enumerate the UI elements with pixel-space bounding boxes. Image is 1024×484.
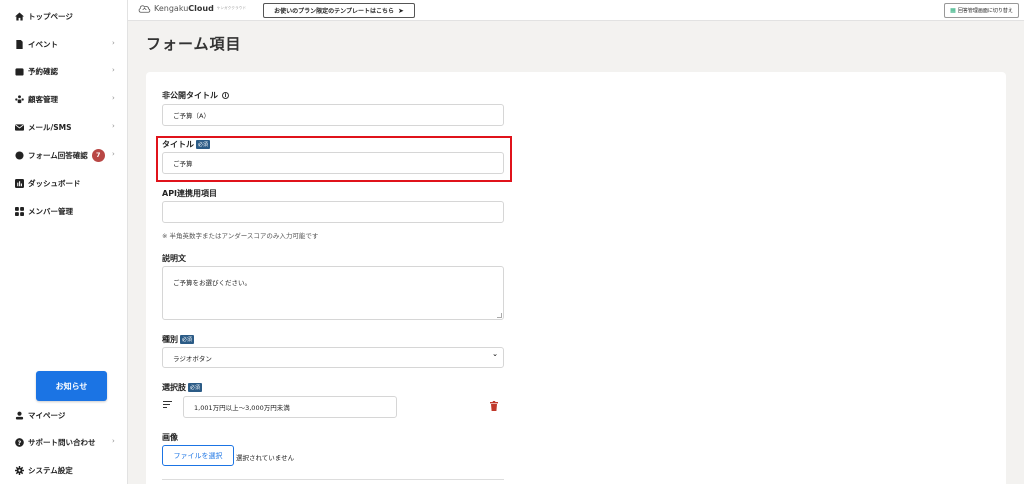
chevron-right-icon: › [112,94,115,102]
chevron-down-icon: ⌄ [492,350,498,358]
sidebar-item-label: トップページ [28,11,73,21]
required-badge: 必須 [196,140,211,149]
help-icon: ? [14,437,24,447]
sidebar-item-support[interactable]: ? サポート問い合わせ › [0,432,128,452]
template-link-button[interactable]: お使いのプラン限定のテンプレートはこちら ➤ [263,3,415,18]
type-select[interactable]: ラジオボタン ⌄ [162,347,504,368]
chevron-right-icon: › [112,66,115,74]
sidebar: トップページ イベント › 予約確認 › 顧客管理 › メール/SMS › フォ… [0,0,128,484]
home-icon [14,11,24,21]
private-title-label: 非公開タイトル i [162,90,229,101]
people-icon [14,94,24,104]
mail-icon [14,122,24,132]
cloud-logo-icon [138,5,151,13]
sidebar-item-customers[interactable]: 顧客管理 › [0,89,128,109]
notice-button[interactable]: お知らせ [36,371,107,401]
sidebar-item-reservation[interactable]: 予約確認 › [0,61,128,81]
image-label: 画像 [162,433,178,442]
description-label: 説明文 [162,254,186,263]
title-input[interactable]: ご予算 [162,152,504,174]
page-title: フォーム項目 [146,35,242,53]
grid-icon [14,206,24,216]
sidebar-item-mypage[interactable]: マイページ [0,405,128,425]
sidebar-item-top[interactable]: トップページ [0,6,128,26]
file-status: 選択されていません [236,454,295,462]
gear-icon [14,465,24,475]
sidebar-item-members[interactable]: メンバー管理 [0,201,128,221]
required-badge: 必須 [180,335,195,344]
chevron-right-icon: › [112,150,115,158]
document-icon [14,39,24,49]
required-badge: 必須 [188,383,203,392]
svg-text:?: ? [17,439,21,446]
calendar-icon [14,66,24,76]
resize-handle[interactable] [497,313,502,318]
sidebar-item-dashboard[interactable]: ダッシュボード [0,173,128,193]
options-label: 選択肢 必須 [162,383,203,392]
sidebar-item-label: ダッシュボード [28,178,81,188]
description-textarea[interactable]: ご予算をお選びください。 [162,266,504,320]
sidebar-item-label: マイページ [28,410,66,420]
sidebar-item-label: サポート問い合わせ [28,437,96,447]
chevron-right-icon: › [112,437,115,445]
option-input[interactable]: 1,001万円以上～3,000万円未満 [183,396,397,418]
divider [162,479,504,480]
logo-text: KengakuCloud [154,4,214,13]
sidebar-item-label: システム設定 [28,465,73,475]
trash-icon[interactable] [490,401,498,411]
type-label: 種別 必須 [162,335,195,344]
chat-icon [14,150,24,160]
api-input[interactable] [162,201,504,223]
sidebar-item-label: メール/SMS [28,122,72,132]
sidebar-item-label: イベント [28,39,58,49]
sidebar-item-event[interactable]: イベント › [0,34,128,54]
cursor-icon: ➤ [397,6,404,15]
user-icon [14,410,24,420]
private-title-input[interactable]: ご予算（A） [162,104,504,126]
sheet-icon: ▦ [950,7,956,14]
chevron-right-icon: › [112,39,115,47]
sidebar-item-form-answers[interactable]: フォーム回答確認 7 › [0,145,128,165]
api-label: API連携用項目 [162,189,218,198]
sidebar-item-label: 顧客管理 [28,94,58,104]
logo-subtitle: ケンガククラウド [216,6,247,10]
notification-badge: 7 [91,148,105,162]
sidebar-item-mail[interactable]: メール/SMS › [0,117,128,137]
chevron-right-icon: › [112,122,115,130]
title-label: タイトル 必須 [162,140,211,149]
logo[interactable]: KengakuCloud ケンガククラウド [138,4,246,13]
choose-file-button[interactable]: ファイルを選択 [162,445,234,466]
info-icon[interactable]: i [222,92,229,99]
sidebar-item-label: フォーム回答確認 [28,150,88,160]
sidebar-item-label: メンバー管理 [28,206,73,216]
top-bar: KengakuCloud ケンガククラウド お使いのプラン限定のテンプレートはこ… [128,0,1024,21]
chart-icon [14,178,24,188]
sidebar-item-settings[interactable]: システム設定 [0,460,128,480]
sidebar-item-label: 予約確認 [28,66,58,76]
drag-handle-icon[interactable] [163,401,172,409]
switch-answer-view-button[interactable]: ▦ 回答管理画面に切り替え [944,3,1019,18]
api-hint: ※ 半角英数字またはアンダースコアのみ入力可能です [162,232,319,240]
